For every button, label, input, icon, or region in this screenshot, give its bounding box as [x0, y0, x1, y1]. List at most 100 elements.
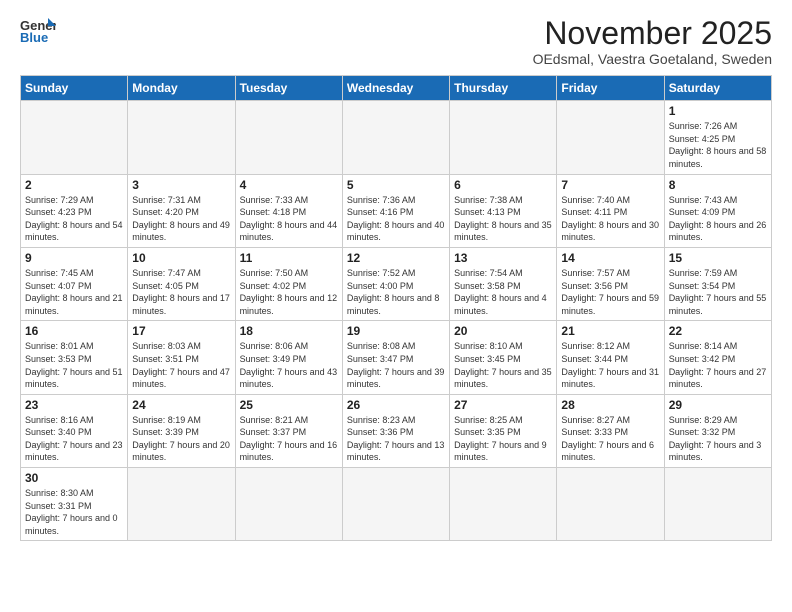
- day-info: Sunrise: 8:19 AM Sunset: 3:39 PM Dayligh…: [132, 414, 230, 464]
- calendar-cell: 10 Sunrise: 7:47 AM Sunset: 4:05 PM Dayli…: [128, 247, 235, 320]
- day-info: Sunrise: 8:30 AM Sunset: 3:31 PM Dayligh…: [25, 487, 123, 537]
- day-number: 20: [454, 324, 552, 338]
- header: General Blue November 2025 OEdsmal, Vaes…: [20, 16, 772, 67]
- calendar-week-row-2: 9 Sunrise: 7:45 AM Sunset: 4:07 PM Daylig…: [21, 247, 772, 320]
- header-saturday: Saturday: [664, 76, 771, 101]
- logo-icon: General Blue: [20, 16, 56, 44]
- day-number: 10: [132, 251, 230, 265]
- day-number: 29: [669, 398, 767, 412]
- day-info: Sunrise: 8:06 AM Sunset: 3:49 PM Dayligh…: [240, 340, 338, 390]
- calendar-cell: 22 Sunrise: 8:14 AM Sunset: 3:42 PM Dayli…: [664, 321, 771, 394]
- day-number: 18: [240, 324, 338, 338]
- day-info: Sunrise: 7:45 AM Sunset: 4:07 PM Dayligh…: [25, 267, 123, 317]
- day-number: 8: [669, 178, 767, 192]
- logo: General Blue: [20, 16, 56, 44]
- day-number: 1: [669, 104, 767, 118]
- calendar-cell: [450, 468, 557, 541]
- day-info: Sunrise: 7:47 AM Sunset: 4:05 PM Dayligh…: [132, 267, 230, 317]
- title-block: November 2025 OEdsmal, Vaestra Goetaland…: [533, 16, 772, 67]
- calendar-cell: 26Sunrise: 8:23 AM Sunset: 3:36 PM Dayli…: [342, 394, 449, 467]
- day-info: Sunrise: 8:12 AM Sunset: 3:44 PM Dayligh…: [561, 340, 659, 390]
- calendar-cell: 16 Sunrise: 8:01 AM Sunset: 3:53 PM Dayli…: [21, 321, 128, 394]
- calendar-cell: 6 Sunrise: 7:38 AM Sunset: 4:13 PM Daylig…: [450, 174, 557, 247]
- header-thursday: Thursday: [450, 76, 557, 101]
- day-number: 6: [454, 178, 552, 192]
- calendar-cell: 17 Sunrise: 8:03 AM Sunset: 3:51 PM Dayli…: [128, 321, 235, 394]
- calendar-cell: 12 Sunrise: 7:52 AM Sunset: 4:00 PM Dayli…: [342, 247, 449, 320]
- calendar-cell: 24 Sunrise: 8:19 AM Sunset: 3:39 PM Dayli…: [128, 394, 235, 467]
- calendar-week-row-5: 30 Sunrise: 8:30 AM Sunset: 3:31 PM Dayli…: [21, 468, 772, 541]
- subtitle: OEdsmal, Vaestra Goetaland, Sweden: [533, 51, 772, 67]
- page: General Blue November 2025 OEdsmal, Vaes…: [0, 0, 792, 612]
- calendar-cell: 4Sunrise: 7:33 AM Sunset: 4:18 PM Daylig…: [235, 174, 342, 247]
- calendar-cell: 1 Sunrise: 7:26 AM Sunset: 4:25 PM Daylig…: [664, 101, 771, 174]
- day-info: Sunrise: 8:08 AM Sunset: 3:47 PM Dayligh…: [347, 340, 445, 390]
- day-number: 14: [561, 251, 659, 265]
- day-info: Sunrise: 7:38 AM Sunset: 4:13 PM Dayligh…: [454, 194, 552, 244]
- day-info: Sunrise: 7:31 AM Sunset: 4:20 PM Dayligh…: [132, 194, 230, 244]
- day-number: 7: [561, 178, 659, 192]
- day-info: Sunrise: 7:29 AM Sunset: 4:23 PM Dayligh…: [25, 194, 123, 244]
- day-info: Sunrise: 7:57 AM Sunset: 3:56 PM Dayligh…: [561, 267, 659, 317]
- day-info: Sunrise: 8:16 AM Sunset: 3:40 PM Dayligh…: [25, 414, 123, 464]
- day-number: 27: [454, 398, 552, 412]
- day-info: Sunrise: 7:54 AM Sunset: 3:58 PM Dayligh…: [454, 267, 552, 317]
- day-number: 19: [347, 324, 445, 338]
- calendar-cell: 18 Sunrise: 8:06 AM Sunset: 3:49 PM Dayli…: [235, 321, 342, 394]
- day-number: 5: [347, 178, 445, 192]
- day-number: 21: [561, 324, 659, 338]
- day-number: 25: [240, 398, 338, 412]
- day-number: 28: [561, 398, 659, 412]
- calendar-week-row-3: 16 Sunrise: 8:01 AM Sunset: 3:53 PM Dayli…: [21, 321, 772, 394]
- calendar-cell: 14 Sunrise: 7:57 AM Sunset: 3:56 PM Dayli…: [557, 247, 664, 320]
- day-number: 13: [454, 251, 552, 265]
- calendar-cell: 15Sunrise: 7:59 AM Sunset: 3:54 PM Dayli…: [664, 247, 771, 320]
- day-number: 11: [240, 251, 338, 265]
- calendar-cell: [450, 101, 557, 174]
- calendar-cell: [557, 101, 664, 174]
- day-info: Sunrise: 8:25 AM Sunset: 3:35 PM Dayligh…: [454, 414, 552, 464]
- calendar-cell: 28 Sunrise: 8:27 AM Sunset: 3:33 PM Dayli…: [557, 394, 664, 467]
- day-number: 2: [25, 178, 123, 192]
- day-info: Sunrise: 7:26 AM Sunset: 4:25 PM Dayligh…: [669, 120, 767, 170]
- calendar-header-row: Sunday Monday Tuesday Wednesday Thursday…: [21, 76, 772, 101]
- day-number: 17: [132, 324, 230, 338]
- day-info: Sunrise: 8:27 AM Sunset: 3:33 PM Dayligh…: [561, 414, 659, 464]
- header-sunday: Sunday: [21, 76, 128, 101]
- calendar-cell: [235, 101, 342, 174]
- day-info: Sunrise: 8:14 AM Sunset: 3:42 PM Dayligh…: [669, 340, 767, 390]
- day-info: Sunrise: 7:52 AM Sunset: 4:00 PM Dayligh…: [347, 267, 445, 317]
- header-monday: Monday: [128, 76, 235, 101]
- day-info: Sunrise: 7:59 AM Sunset: 3:54 PM Dayligh…: [669, 267, 767, 317]
- header-friday: Friday: [557, 76, 664, 101]
- day-info: Sunrise: 8:29 AM Sunset: 3:32 PM Dayligh…: [669, 414, 767, 464]
- calendar-cell: [128, 101, 235, 174]
- day-number: 4: [240, 178, 338, 192]
- day-info: Sunrise: 8:01 AM Sunset: 3:53 PM Dayligh…: [25, 340, 123, 390]
- day-number: 24: [132, 398, 230, 412]
- day-number: 16: [25, 324, 123, 338]
- calendar-cell: 29 Sunrise: 8:29 AM Sunset: 3:32 PM Dayli…: [664, 394, 771, 467]
- day-number: 9: [25, 251, 123, 265]
- calendar-cell: 13 Sunrise: 7:54 AM Sunset: 3:58 PM Dayli…: [450, 247, 557, 320]
- calendar-cell: 27 Sunrise: 8:25 AM Sunset: 3:35 PM Dayli…: [450, 394, 557, 467]
- calendar-cell: 23 Sunrise: 8:16 AM Sunset: 3:40 PM Dayli…: [21, 394, 128, 467]
- day-number: 23: [25, 398, 123, 412]
- calendar-cell: 20Sunrise: 8:10 AM Sunset: 3:45 PM Dayli…: [450, 321, 557, 394]
- calendar-cell: [235, 468, 342, 541]
- day-number: 3: [132, 178, 230, 192]
- month-title: November 2025: [533, 16, 772, 51]
- day-number: 12: [347, 251, 445, 265]
- day-info: Sunrise: 7:40 AM Sunset: 4:11 PM Dayligh…: [561, 194, 659, 244]
- calendar-cell: [557, 468, 664, 541]
- calendar-cell: 21 Sunrise: 8:12 AM Sunset: 3:44 PM Dayli…: [557, 321, 664, 394]
- calendar-cell: 2 Sunrise: 7:29 AM Sunset: 4:23 PM Daylig…: [21, 174, 128, 247]
- day-info: Sunrise: 8:03 AM Sunset: 3:51 PM Dayligh…: [132, 340, 230, 390]
- calendar-cell: 3 Sunrise: 7:31 AM Sunset: 4:20 PM Daylig…: [128, 174, 235, 247]
- svg-text:Blue: Blue: [20, 30, 48, 44]
- day-number: 26: [347, 398, 445, 412]
- day-number: 30: [25, 471, 123, 485]
- calendar-cell: [128, 468, 235, 541]
- day-info: Sunrise: 8:21 AM Sunset: 3:37 PM Dayligh…: [240, 414, 338, 464]
- day-number: 22: [669, 324, 767, 338]
